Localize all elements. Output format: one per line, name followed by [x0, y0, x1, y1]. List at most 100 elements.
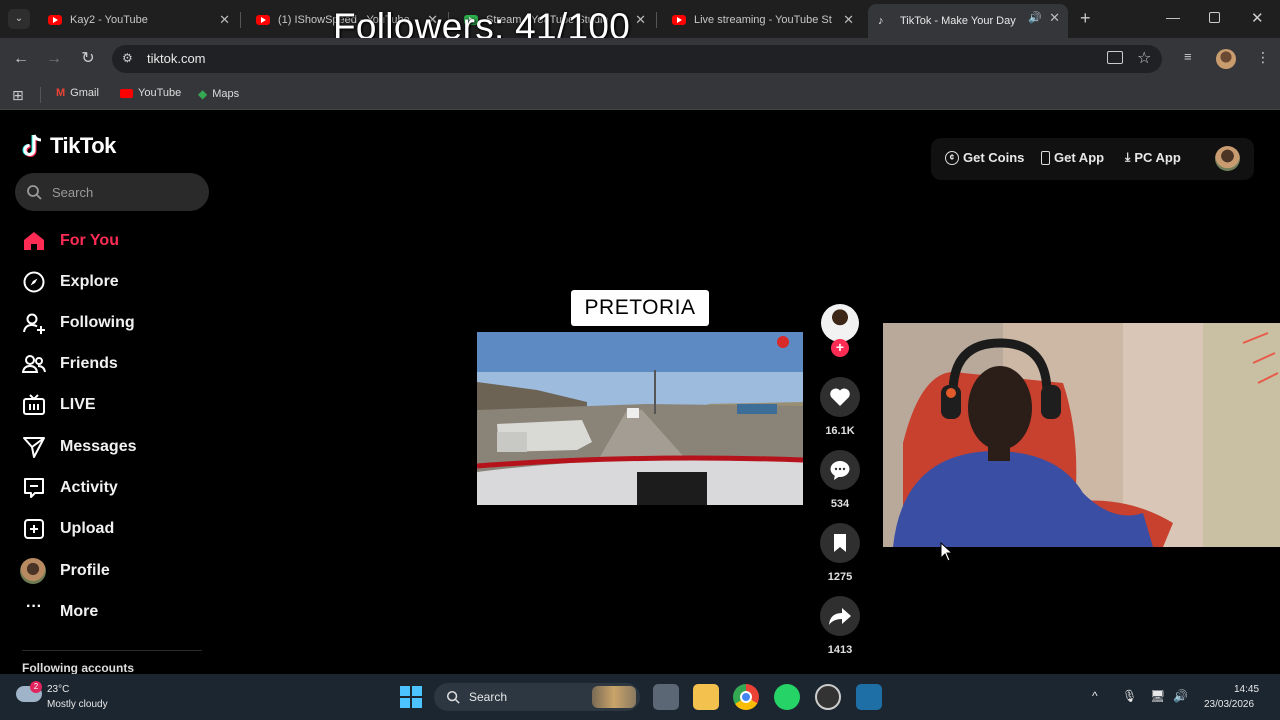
url-text[interactable]: tiktok.com — [147, 51, 206, 66]
nav-activity[interactable]: Activity — [22, 474, 118, 502]
compass-icon — [23, 271, 45, 293]
minimize-window-button[interactable]: — — [1166, 9, 1180, 25]
nav-label: Upload — [60, 520, 115, 537]
nav-following[interactable]: Following — [22, 309, 135, 337]
chrome-icon-center — [740, 691, 752, 703]
site-settings-icon[interactable]: ⚙ — [122, 51, 133, 65]
bookmark-label: YouTube — [138, 87, 182, 99]
nav-friends[interactable]: Friends — [22, 350, 118, 378]
profile-avatar-icon[interactable] — [1216, 49, 1236, 69]
nav-profile[interactable]: Profile — [20, 557, 110, 585]
weather-temperature: 23°C — [47, 684, 70, 695]
bookmark-maps[interactable]: ◆ Maps — [198, 87, 239, 101]
browser-tab[interactable]: Kay2 - YouTube ✕ — [38, 6, 238, 34]
get-app-button[interactable]: Get App — [1041, 150, 1104, 165]
tab-search-button[interactable]: ⌄ — [8, 9, 30, 29]
share-button[interactable] — [820, 596, 860, 636]
close-tab-icon[interactable]: ✕ — [635, 12, 646, 28]
forward-arrow-icon[interactable]: → — [43, 48, 65, 70]
bookmark-gmail[interactable]: M Gmail — [56, 87, 99, 99]
weather-badge: 2 — [30, 681, 42, 693]
more-dots-icon: ··· — [26, 598, 42, 615]
follow-plus-icon[interactable]: + — [831, 339, 849, 357]
avatar-icon — [20, 558, 46, 584]
phone-icon — [1041, 150, 1050, 165]
back-arrow-icon[interactable]: ← — [10, 48, 32, 70]
like-button[interactable] — [820, 377, 860, 417]
maximize-window-button[interactable] — [1209, 12, 1220, 23]
file-explorer-icon[interactable] — [693, 684, 719, 710]
whatsapp-icon[interactable] — [774, 684, 800, 710]
nav-label: Explore — [60, 273, 119, 290]
nav-upload[interactable]: Upload — [22, 515, 114, 543]
nav-live[interactable]: LIVE — [22, 391, 96, 419]
apps-grid-icon[interactable]: ⊞ — [12, 87, 24, 104]
clock-date[interactable]: 23/03/2026 — [1204, 699, 1254, 710]
search-input[interactable] — [15, 173, 209, 211]
bookmark-label: Gmail — [70, 87, 99, 99]
taskbar-search-label: Search — [469, 690, 508, 704]
coin-icon: ¢ — [945, 150, 959, 165]
youtube-icon — [672, 15, 686, 25]
streamer-webcam-feed — [883, 323, 1280, 547]
obs-icon[interactable] — [815, 684, 841, 710]
install-app-icon[interactable] — [1107, 51, 1123, 64]
microphone-icon[interactable]: 🎙 — [1122, 689, 1137, 703]
dashcam-scene — [477, 332, 803, 505]
bookmark-icon — [834, 534, 846, 552]
webcam-overlay — [883, 323, 1280, 547]
video-player[interactable] — [477, 332, 803, 505]
tab-divider — [656, 12, 657, 28]
app-download-icon[interactable] — [856, 684, 882, 710]
volume-icon[interactable]: 🔊 — [1173, 689, 1188, 703]
creator-avatar[interactable] — [821, 304, 859, 342]
clock-time[interactable]: 14:45 — [1234, 684, 1259, 695]
bookmark-youtube[interactable]: YouTube — [120, 87, 181, 99]
like-count: 16.1K — [825, 425, 855, 437]
search-icon — [446, 690, 460, 704]
close-tab-icon[interactable]: ✕ — [1049, 10, 1060, 26]
share-count: 1413 — [827, 644, 853, 656]
close-window-button[interactable]: ✕ — [1251, 9, 1264, 27]
address-bar[interactable] — [112, 45, 1162, 73]
youtube-icon — [256, 15, 270, 25]
save-button[interactable] — [820, 523, 860, 563]
audio-playing-icon[interactable]: 🔊 — [1028, 11, 1042, 24]
user-avatar[interactable] — [1215, 146, 1240, 171]
bookmark-divider — [40, 87, 41, 103]
tiktok-logo[interactable]: TikTok — [22, 133, 116, 159]
task-view-icon[interactable] — [653, 684, 679, 710]
network-icon[interactable]: 🖥 — [1150, 689, 1165, 703]
logo-text: TikTok — [50, 133, 116, 158]
mouse-cursor-icon — [940, 542, 954, 562]
nav-for-you[interactable]: For You — [22, 227, 119, 255]
close-tab-icon[interactable]: ✕ — [843, 12, 854, 28]
windows-start-icon[interactable] — [400, 686, 422, 708]
new-tab-button[interactable]: + — [1080, 8, 1091, 29]
friends-icon — [22, 355, 46, 373]
get-coins-button[interactable]: ¢ Get Coins — [945, 150, 1024, 165]
nav-more[interactable]: ··· More — [22, 598, 98, 626]
bookmark-star-icon[interactable]: ☆ — [1137, 48, 1151, 68]
browser-tab-active[interactable]: ♪ TikTok - Make Your Day 🔊 ✕ — [868, 4, 1068, 38]
close-tab-icon[interactable]: ✕ — [219, 12, 230, 28]
pc-app-button[interactable]: ⤓ PC App — [1125, 150, 1181, 165]
heart-icon — [830, 388, 850, 406]
nav-messages[interactable]: Messages — [22, 433, 137, 461]
reload-icon[interactable]: ↻ — [77, 48, 99, 70]
comment-button[interactable] — [820, 450, 860, 490]
comment-count: 534 — [830, 498, 850, 510]
nav-label: For You — [60, 232, 119, 249]
tiktok-note-icon — [22, 134, 42, 157]
windows-taskbar — [0, 674, 1280, 720]
nav-explore[interactable]: Explore — [22, 268, 119, 296]
maps-icon: ◆ — [198, 87, 208, 101]
browser-tab[interactable]: Live streaming - YouTube St ✕ — [662, 6, 862, 34]
tab-title: Kay2 - YouTube — [70, 14, 148, 26]
show-hidden-icons[interactable]: ^ — [1092, 689, 1098, 703]
media-controls-icon[interactable]: ≡ — [1184, 49, 1192, 64]
browser-menu-icon[interactable]: ⋮ — [1256, 49, 1270, 66]
search-placeholder: Search — [52, 185, 94, 200]
nav-label: Activity — [60, 479, 118, 496]
pc-app-label: PC App — [1134, 150, 1181, 165]
